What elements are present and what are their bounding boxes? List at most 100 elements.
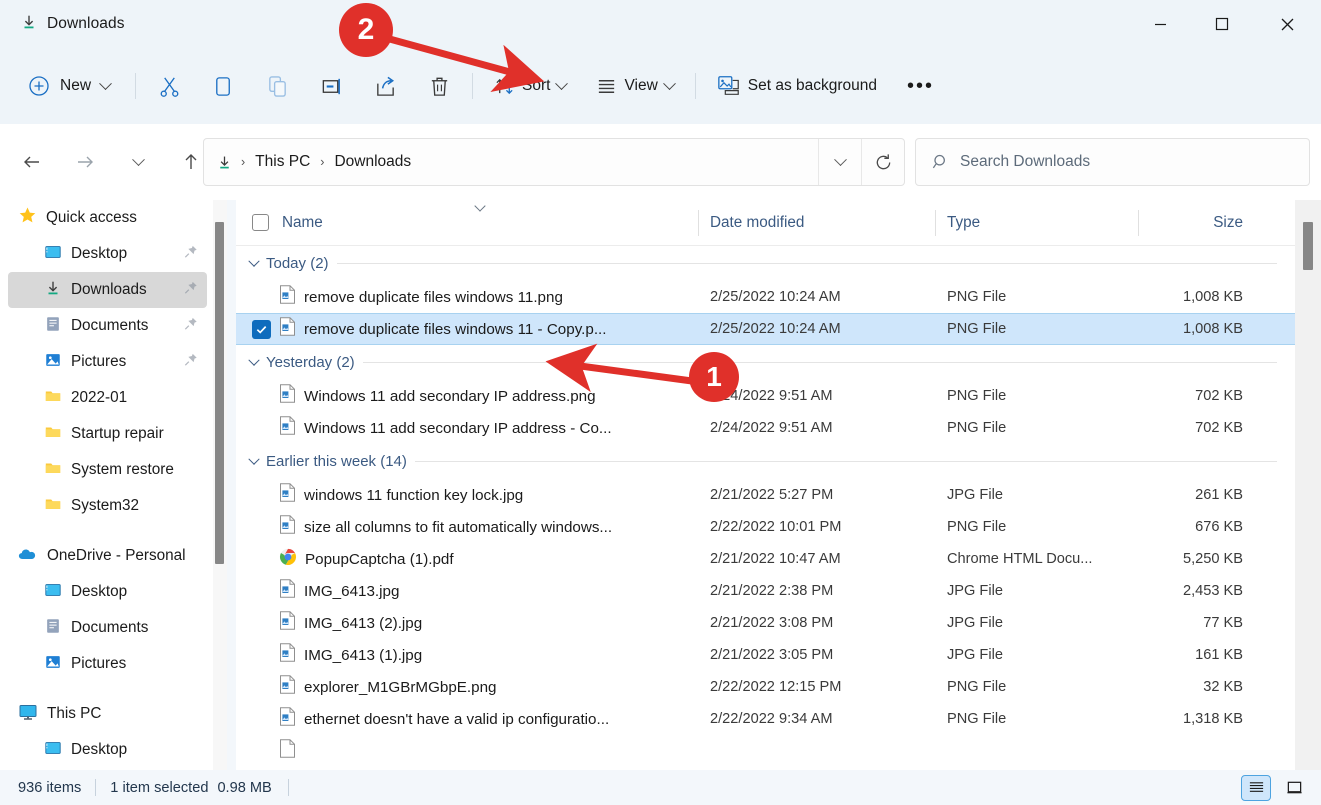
new-button[interactable]: New: [18, 64, 124, 108]
chrome-icon: [279, 548, 297, 571]
group-header-yesterday[interactable]: Yesterday (2): [236, 345, 1295, 380]
table-row[interactable]: size all columns to fit automatically wi…: [236, 511, 1295, 543]
sidebar-item-documents[interactable]: Documents: [8, 308, 207, 344]
details-view-button[interactable]: [1241, 775, 1271, 801]
breadcrumb-item-this-pc[interactable]: This PC: [249, 150, 316, 174]
file-list-scrollbar-thumb[interactable]: [1303, 222, 1313, 270]
file-size: 5,250 KB: [1138, 551, 1273, 567]
command-toolbar: New: [0, 48, 1321, 124]
forward-button[interactable]: [64, 141, 106, 183]
folder-icon: [44, 423, 62, 446]
trash-icon: [428, 75, 451, 98]
table-row[interactable]: PopupCaptcha (1).pdf 2/21/2022 10:47 AM …: [236, 543, 1295, 575]
view-toggle-group: [1241, 775, 1309, 801]
sidebar-scrollbar[interactable]: [213, 200, 227, 770]
search-input[interactable]: Search Downloads: [915, 138, 1310, 186]
sidebar-item-onedrive-documents[interactable]: Documents: [8, 610, 207, 646]
table-row[interactable]: IMG_6413.jpg 2/21/2022 2:38 PM JPG File …: [236, 575, 1295, 607]
share-button[interactable]: [363, 64, 407, 108]
file-date: 2/22/2022 9:34 AM: [698, 711, 935, 727]
ellipsis-icon: •••: [907, 75, 934, 98]
breadcrumb-item-downloads[interactable]: Downloads: [328, 150, 417, 174]
copy-button[interactable]: [201, 64, 245, 108]
group-header-label: Yesterday (2): [266, 354, 355, 371]
chevron-down-icon: [248, 453, 259, 464]
address-bar-actions: [818, 139, 904, 185]
maximize-button[interactable]: [1191, 0, 1253, 48]
column-header-name[interactable]: Name: [236, 200, 698, 246]
row-checkbox[interactable]: [252, 320, 271, 339]
sidebar-group-this-pc[interactable]: This PC: [8, 696, 207, 732]
table-row[interactable]: IMG_6413 (1).jpg 2/21/2022 3:05 PM JPG F…: [236, 639, 1295, 671]
sidebar-item-system-restore[interactable]: System restore: [8, 452, 207, 488]
table-row-partial[interactable]: [236, 735, 1295, 767]
sidebar-item-label: Desktop: [71, 583, 127, 601]
tab-downloads[interactable]: Downloads: [14, 8, 137, 41]
status-bar: 936 items 1 item selected 0.98 MB: [0, 770, 1321, 805]
address-history-button[interactable]: [819, 139, 861, 185]
document-icon: [44, 315, 62, 338]
refresh-button[interactable]: [862, 139, 904, 185]
column-header-type[interactable]: Type: [935, 200, 1138, 246]
sidebar-item-startup-repair[interactable]: Startup repair: [8, 416, 207, 452]
divider: [288, 779, 289, 796]
paste-button[interactable]: [255, 64, 299, 108]
file-type: PNG File: [935, 388, 1138, 404]
sidebar-item-label: Pictures: [71, 353, 126, 371]
pin-icon[interactable]: [184, 353, 198, 372]
table-row[interactable]: IMG_6413 (2).jpg 2/21/2022 3:08 PM JPG F…: [236, 607, 1295, 639]
sidebar-scrollbar-thumb[interactable]: [215, 222, 224, 564]
sidebar-item-pictures[interactable]: Pictures: [8, 344, 207, 380]
column-header-size[interactable]: Size: [1138, 200, 1273, 246]
image-file-icon: [279, 675, 296, 699]
recent-locations-button[interactable]: [117, 141, 159, 183]
large-icons-view-button[interactable]: [1279, 775, 1309, 801]
sidebar-item-label: System32: [71, 497, 139, 515]
sidebar-item-onedrive-desktop[interactable]: Desktop: [8, 574, 207, 610]
sidebar-item-label: Desktop: [71, 741, 127, 759]
sidebar-item-label: Documents: [71, 619, 148, 637]
cut-button[interactable]: [147, 64, 191, 108]
pin-icon[interactable]: [184, 317, 198, 336]
sidebar-item-downloads[interactable]: Downloads: [8, 272, 207, 308]
sidebar-group-onedrive[interactable]: OneDrive - Personal: [8, 538, 207, 574]
view-button[interactable]: View: [586, 64, 683, 108]
file-list-pane: Name Date modified Type Size Today (2): [236, 200, 1295, 770]
sidebar-group-quick-access[interactable]: Quick access: [8, 200, 207, 236]
sort-button[interactable]: Sort: [484, 64, 576, 108]
file-name-cell: ethernet doesn't have a valid ip configu…: [236, 707, 698, 731]
delete-button[interactable]: [417, 64, 461, 108]
table-row[interactable]: Windows 11 add secondary IP address.png …: [236, 380, 1295, 412]
group-header-today[interactable]: Today (2): [236, 246, 1295, 281]
table-row[interactable]: explorer_M1GBrMGbpE.png 2/22/2022 12:15 …: [236, 671, 1295, 703]
minimize-button[interactable]: [1129, 0, 1191, 48]
back-button[interactable]: [11, 141, 53, 183]
table-row[interactable]: windows 11 function key lock.jpg 2/21/20…: [236, 479, 1295, 511]
group-header-earlier-this-week[interactable]: Earlier this week (14): [236, 444, 1295, 479]
sidebar-item-onedrive-pictures[interactable]: Pictures: [8, 646, 207, 682]
file-list-scrollbar[interactable]: [1295, 200, 1321, 770]
column-header-date-modified[interactable]: Date modified: [698, 200, 935, 246]
sidebar-item-thispc-desktop[interactable]: Desktop: [8, 732, 207, 768]
table-row[interactable]: Windows 11 add secondary IP address - Co…: [236, 412, 1295, 444]
set-as-background-button[interactable]: Set as background: [707, 64, 887, 108]
table-row[interactable]: remove duplicate files windows 11.png 2/…: [236, 281, 1295, 313]
address-bar[interactable]: › This PC › Downloads: [203, 138, 905, 186]
view-list-icon: [596, 76, 617, 97]
pin-icon[interactable]: [184, 245, 198, 264]
sidebar-item-desktop[interactable]: Desktop: [8, 236, 207, 272]
sidebar-item-label: Documents: [71, 317, 148, 335]
table-row-selected[interactable]: remove duplicate files windows 11 - Copy…: [236, 313, 1295, 345]
sidebar-item-system32[interactable]: System32: [8, 488, 207, 524]
image-file-icon: [279, 611, 296, 635]
select-all-checkbox[interactable]: [252, 214, 269, 231]
file-name: remove duplicate files windows 11.png: [304, 289, 563, 306]
close-button[interactable]: [1253, 0, 1321, 48]
sidebar-item-2022-01[interactable]: 2022-01: [8, 380, 207, 416]
breadcrumb-separator: ›: [239, 155, 247, 169]
rename-button[interactable]: [309, 64, 353, 108]
see-more-button[interactable]: •••: [897, 64, 944, 108]
table-row[interactable]: ethernet doesn't have a valid ip configu…: [236, 703, 1295, 735]
downloads-arrow-icon: [20, 13, 38, 36]
pin-icon[interactable]: [184, 281, 198, 300]
